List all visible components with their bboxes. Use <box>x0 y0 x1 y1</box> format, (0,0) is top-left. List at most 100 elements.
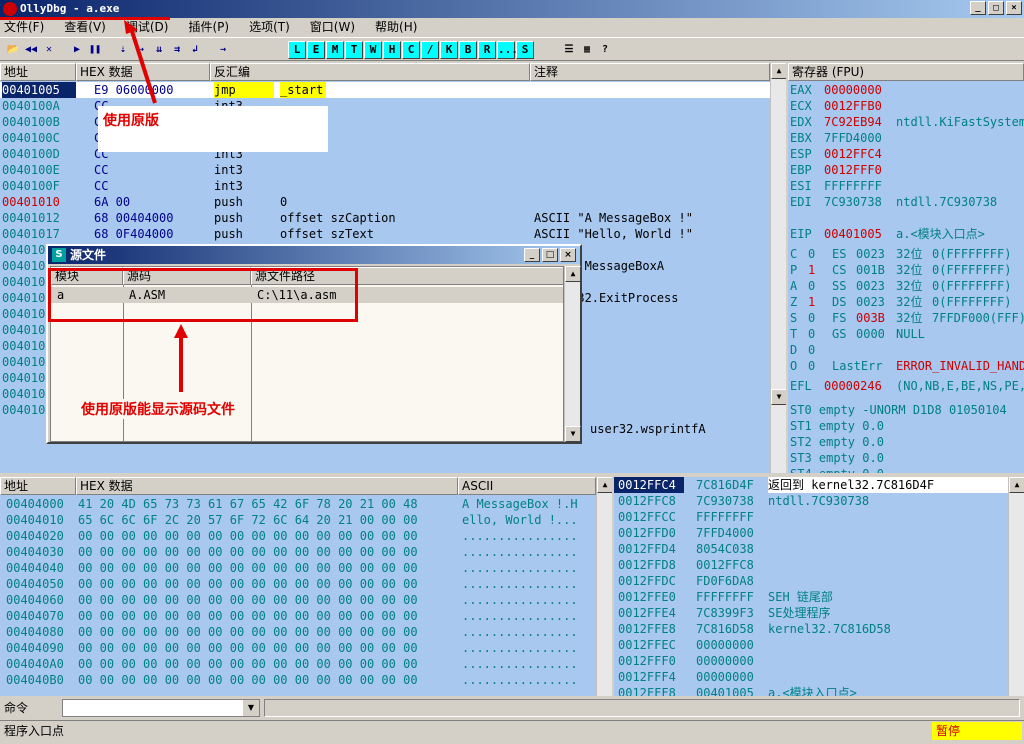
disasm-row[interactable]: 00401005 E9 06000000 jmp _start <box>0 82 770 98</box>
disasm-header-comment[interactable]: 注释 <box>530 63 770 81</box>
menu-window[interactable]: 窗口(W) <box>300 18 365 36</box>
scroll-up-icon[interactable]: ▲ <box>771 63 786 79</box>
stack-row[interactable]: 0012FFD8 0012FFC8 <box>614 557 1008 573</box>
register-row[interactable]: ECX 0012FFB0 <box>790 98 1024 114</box>
execute-till-return-icon[interactable]: ↲ <box>186 41 204 59</box>
disasm-header-hex[interactable]: HEX 数据 <box>76 63 210 81</box>
step-over-icon[interactable]: ⇢ <box>132 41 150 59</box>
scroll-down-icon[interactable]: ▼ <box>771 389 786 405</box>
flag-row[interactable]: P 1 CS 001B 32位 0(FFFFFFFF) <box>790 262 1024 278</box>
disasm-header-addr[interactable]: 地址 <box>0 63 76 81</box>
scroll-up-icon[interactable]: ▲ <box>597 477 612 493</box>
flag-row[interactable]: S 0 FS 003B 32位 7FFDF000(FFF) <box>790 310 1024 326</box>
toolbar-3-button[interactable]: T <box>345 41 363 59</box>
register-row[interactable]: EIP 00401005 a.<模块入口点> <box>790 226 1024 242</box>
step-into-icon[interactable]: ⇣ <box>114 41 132 59</box>
menu-view[interactable]: 查看(V) <box>54 18 116 36</box>
dump-row[interactable]: 00404070 00 00 00 00 00 00 00 00 00 00 00… <box>0 608 596 624</box>
stack-row[interactable]: 0012FFD4 8054C038 <box>614 541 1008 557</box>
list-view-icon[interactable]: ☰ <box>560 41 578 59</box>
fpu-row[interactable]: ST0 empty -UNORM D1D8 01050104 <box>790 402 1007 418</box>
toolbar-11-button[interactable]: ... <box>497 41 518 59</box>
stack-row[interactable]: 0012FFDC FD0F6DA8 <box>614 573 1008 589</box>
command-input[interactable]: ▼ <box>62 699 260 717</box>
menu-help[interactable]: 帮助(H) <box>365 18 427 36</box>
dump-row[interactable]: 00404020 00 00 00 00 00 00 00 00 00 00 00… <box>0 528 596 544</box>
disasm-row[interactable]: 0040100F CC int3 <box>0 178 770 194</box>
stack-row[interactable]: 0012FFF8 00401005 a.<模块入口点> <box>614 685 1008 696</box>
stack-row[interactable]: 0012FFE4 7C8399F3 SE处理程序 <box>614 605 1008 621</box>
flag-row[interactable]: A 0 SS 0023 32位 0(FFFFFFFF) <box>790 278 1024 294</box>
dump-row[interactable]: 00404010 65 6C 6C 6F 2C 20 57 6F 72 6C 64… <box>0 512 596 528</box>
stack-row[interactable]: 0012FFCC FFFFFFFF <box>614 509 1008 525</box>
menu-file[interactable]: 文件(F) <box>0 18 54 36</box>
toolbar-9-button[interactable]: B <box>459 41 477 59</box>
help-icon[interactable]: ? <box>596 41 614 59</box>
disasm-row[interactable]: 00401012 68 00404000 push offset szCaption A… <box>0 210 770 226</box>
maximize-button[interactable]: □ <box>542 248 558 262</box>
flag-row[interactable]: O0 LastErr ERROR_INVALID_HANDLE <box>790 358 1024 374</box>
register-row[interactable]: EBP 0012FFF0 <box>790 162 1024 178</box>
stack-row[interactable]: 0012FFF0 00000000 <box>614 653 1008 669</box>
stack-scrollbar[interactable]: ▲ <box>1008 477 1024 696</box>
register-row[interactable]: ESI FFFFFFFF <box>790 178 1024 194</box>
fpu-row[interactable]: ST1 empty 0.0 <box>790 418 884 434</box>
disasm-row[interactable]: 0040100E CC int3 <box>0 162 770 178</box>
fpu-row[interactable]: ST2 empty 0.0 <box>790 434 884 450</box>
stack-row[interactable]: 0012FFF4 00000000 <box>614 669 1008 685</box>
trace-into-icon[interactable]: ⇊ <box>150 41 168 59</box>
register-row[interactable]: EAX 00000000 <box>790 82 1024 98</box>
stack-row[interactable]: 0012FFC4 7C816D4F 返回到 kernel32.7C816D4F <box>614 477 1008 493</box>
run-icon[interactable]: ▶ <box>68 41 86 59</box>
toolbar-1-button[interactable]: E <box>307 41 325 59</box>
pause-icon[interactable]: ❚❚ <box>86 41 104 59</box>
open-icon[interactable]: 📂 <box>4 41 22 59</box>
flag-row[interactable]: D0 <box>790 342 1024 358</box>
dump-row[interactable]: 00404040 00 00 00 00 00 00 00 00 00 00 00… <box>0 560 596 576</box>
stack-row[interactable]: 0012FFD0 7FFD4000 <box>614 525 1008 541</box>
registers-header[interactable]: 寄存器 (FPU) <box>788 63 1024 81</box>
stack-row[interactable]: 0012FFC8 7C930738 ntdll.7C930738 <box>614 493 1008 509</box>
close-button[interactable]: × <box>560 248 576 262</box>
scroll-up-icon[interactable]: ▲ <box>1009 477 1024 493</box>
title-bar[interactable]: OllyDbg - a.exe _ □ × <box>0 0 1024 18</box>
maximize-button[interactable]: □ <box>988 1 1004 15</box>
palette-icon[interactable]: ▦ <box>578 41 596 59</box>
dump-header-hex[interactable]: HEX 数据 <box>76 477 458 495</box>
chevron-down-icon[interactable]: ▼ <box>243 700 259 716</box>
disasm-header-asm[interactable]: 反汇编 <box>210 63 530 81</box>
close-button[interactable]: × <box>1006 1 1022 15</box>
toolbar-12-button[interactable]: S <box>516 41 534 59</box>
dump-scrollbar[interactable]: ▲ <box>596 477 612 696</box>
register-row[interactable]: EDI 7C930738 ntdll.7C930738 <box>790 194 1024 210</box>
toolbar-6-button[interactable]: C <box>402 41 420 59</box>
menu-debug[interactable]: 调试(D) <box>116 18 179 36</box>
dump-row[interactable]: 004040B0 00 00 00 00 00 00 00 00 00 00 00… <box>0 672 596 688</box>
register-row[interactable]: ESP 0012FFC4 <box>790 146 1024 162</box>
toolbar-4-button[interactable]: W <box>364 41 382 59</box>
dump-row[interactable]: 00404090 00 00 00 00 00 00 00 00 00 00 00… <box>0 640 596 656</box>
efl-row[interactable]: EFL 00000246 (NO,NB,E,BE,NS,PE,GE,LE) <box>790 378 1024 394</box>
dump-header-addr[interactable]: 地址 <box>0 477 76 495</box>
toolbar-2-button[interactable]: M <box>326 41 344 59</box>
source-window-titlebar[interactable]: S 源文件 _ □ × <box>48 246 580 264</box>
stack-row[interactable]: 0012FFE0 FFFFFFFF SEH 链尾部 <box>614 589 1008 605</box>
flag-row[interactable]: Z 1 DS 0023 32位 0(FFFFFFFF) <box>790 294 1024 310</box>
toolbar-8-button[interactable]: K <box>440 41 458 59</box>
dump-header-ascii[interactable]: ASCII <box>458 477 596 495</box>
toolbar-7-button[interactable]: / <box>421 41 439 59</box>
toolbar-5-button[interactable]: H <box>383 41 401 59</box>
close-icon[interactable]: ✕ <box>40 41 58 59</box>
register-row[interactable]: EBX 7FFD4000 <box>790 130 1024 146</box>
fpu-row[interactable]: ST4 empty 0.0 <box>790 466 884 473</box>
minimize-button[interactable]: _ <box>524 248 540 262</box>
disasm-scrollbar[interactable]: ▲ ▼ <box>770 63 786 473</box>
menu-options[interactable]: 选项(T) <box>239 18 300 36</box>
flag-row[interactable]: C 0 ES 0023 32位 0(FFFFFFFF) <box>790 246 1024 262</box>
minimize-button[interactable]: _ <box>970 1 986 15</box>
source-scrollbar[interactable]: ▲ ▼ <box>564 266 581 442</box>
flag-row[interactable]: T 0 GS 0000 NULL <box>790 326 1024 342</box>
menu-plugins[interactable]: 插件(P) <box>178 18 239 36</box>
dump-row[interactable]: 00404050 00 00 00 00 00 00 00 00 00 00 00… <box>0 576 596 592</box>
toolbar-0-button[interactable]: L <box>288 41 306 59</box>
